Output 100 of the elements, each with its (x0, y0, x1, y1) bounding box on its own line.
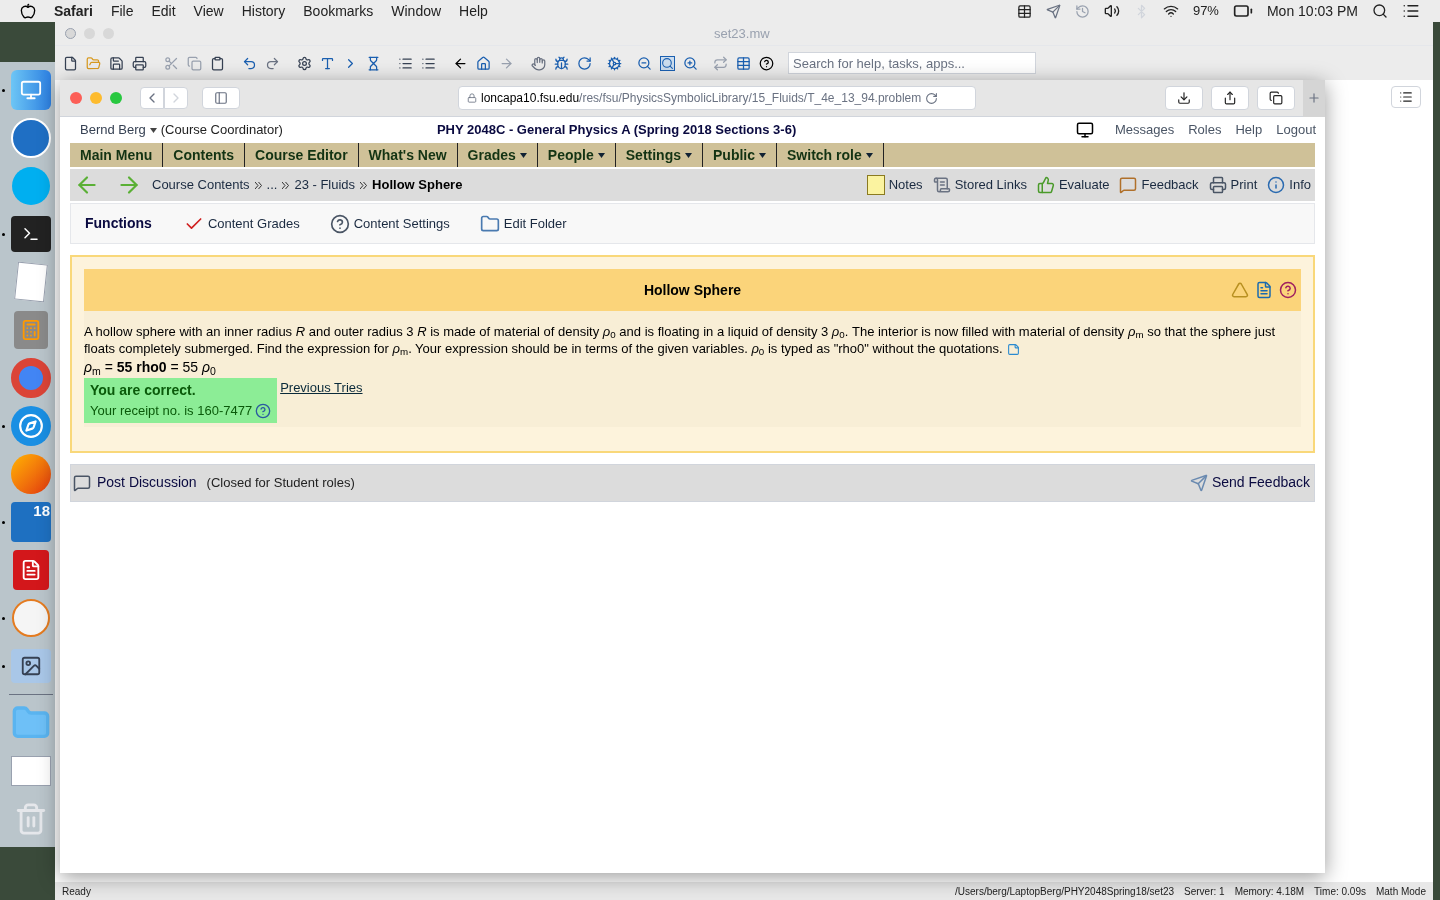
paste-icon[interactable] (209, 55, 225, 71)
main-menu-item[interactable]: Public (703, 143, 777, 167)
acrobat-icon[interactable] (10, 549, 52, 591)
tool-link[interactable]: Evaluate (1036, 175, 1110, 195)
gear-icon[interactable] (296, 55, 312, 71)
menu-item[interactable]: Edit (151, 0, 176, 22)
menu-item[interactable]: View (193, 0, 224, 22)
laptop-icon (1076, 121, 1094, 139)
chat-icon (73, 473, 91, 492)
course-title: PHY 2048C - General Physics A (Spring 2018 Sections 3-6) (436, 121, 797, 140)
indent-icon[interactable] (397, 55, 413, 71)
help-icon[interactable] (758, 55, 774, 71)
help-icon (255, 402, 272, 419)
input-mode: Math Mode (1375, 884, 1426, 899)
terminal-icon[interactable] (10, 213, 52, 255)
table-icon[interactable] (735, 55, 751, 71)
compass-icon[interactable] (10, 405, 52, 447)
home-icon[interactable] (475, 55, 491, 71)
main-menu-item[interactable]: Contents (163, 143, 245, 167)
undo-icon[interactable] (241, 55, 257, 71)
main-menu-item[interactable]: Switch role (777, 143, 884, 167)
folder-icon (479, 213, 500, 234)
reload-icon[interactable] (925, 91, 939, 105)
plus-icon (1307, 91, 1321, 105)
version-label: 18 (33, 503, 50, 518)
menu-item[interactable]: File (110, 0, 134, 22)
breadcrumb-link[interactable]: ... (266, 175, 278, 195)
menu-item[interactable]: History (241, 0, 286, 22)
caret-icon (685, 152, 692, 158)
caret-icon (759, 152, 766, 158)
search-field[interactable]: Search for help, tasks, apps... (788, 52, 1036, 74)
function-link[interactable]: Content Settings (329, 213, 450, 234)
help-icon (1279, 281, 1297, 299)
redo-icon[interactable] (264, 55, 280, 71)
refresh-icon[interactable] (576, 55, 592, 71)
download-button[interactable] (1165, 86, 1203, 110)
print-icon[interactable] (131, 55, 147, 71)
back-icon[interactable] (452, 55, 468, 71)
function-link[interactable]: Edit Folder (479, 213, 567, 234)
text-icon[interactable] (319, 55, 335, 71)
new-file-icon[interactable] (62, 55, 78, 71)
caret-icon (597, 152, 605, 158)
breadcrumb-link[interactable]: 23 - Fluids (294, 175, 356, 195)
grid-icon (1016, 3, 1032, 19)
tabs-button[interactable] (1257, 86, 1295, 110)
address-bar[interactable]: loncapa10.fsu.edu/res/fsu/PhysicsSymbolicLibrary/15_Fluids/T_4e_13_94.problem (458, 86, 976, 110)
main-menu-item[interactable]: Grades (457, 143, 538, 167)
breadcrumb-link[interactable]: Hollow Sphere (372, 175, 463, 195)
outdent-icon[interactable] (420, 55, 436, 71)
problem-title: Hollow Sphere (643, 280, 742, 300)
function-link[interactable]: Content Grades (183, 213, 300, 234)
main-menu-item[interactable]: People (537, 143, 616, 167)
tabs-icon (1269, 91, 1283, 105)
app-menu[interactable]: Safari (54, 0, 93, 22)
bug-icon[interactable] (553, 55, 569, 71)
zoom-in-icon[interactable] (682, 55, 698, 71)
lock-icon (467, 93, 477, 103)
tool-link[interactable]: Stored Links (932, 175, 1027, 195)
menu-item[interactable]: Bookmarks (303, 0, 374, 22)
finder-icon[interactable] (10, 69, 52, 111)
share-button[interactable] (1211, 86, 1249, 110)
server-count: Server: 1 (1184, 884, 1225, 899)
header-link[interactable]: Roles (1188, 120, 1222, 140)
tool-link[interactable]: Notes (866, 175, 923, 195)
role-label: (Course Coordinator) (160, 121, 283, 140)
thumbs-up-icon (1036, 176, 1055, 194)
breadcrumb-link[interactable]: Course Contents (152, 175, 250, 195)
zoom-out-icon[interactable] (636, 55, 652, 71)
previous-tries-link[interactable]: Previous Tries (280, 378, 363, 398)
sidebar-icon (214, 91, 228, 105)
time-usage: Time: 0.09s (1314, 884, 1366, 899)
main-menu-item[interactable]: Settings (615, 143, 703, 167)
functions-heading: Functions (85, 214, 152, 233)
menu-item[interactable]: Help (459, 0, 488, 22)
chevron-icon (282, 181, 290, 189)
main-menu-item[interactable]: What's New (358, 143, 458, 167)
main-menu-item[interactable]: Main Menu (70, 143, 164, 167)
caret-icon (149, 127, 157, 133)
header-link[interactable]: Messages (1115, 120, 1175, 140)
save-icon[interactable] (108, 55, 124, 71)
header-link[interactable]: Logout (1276, 120, 1316, 140)
sidebar-button[interactable] (202, 87, 240, 109)
list-icon (1402, 2, 1420, 20)
header-link[interactable]: Help (1235, 120, 1263, 140)
url-host: loncapa10.fsu.edu (481, 90, 580, 107)
tool-link[interactable]: Info (1267, 175, 1311, 195)
post-discussion-link[interactable]: Post Discussion (97, 472, 197, 493)
settings-icon[interactable] (606, 55, 622, 71)
tool-link[interactable]: Feedback (1119, 175, 1199, 195)
message-icon (1119, 176, 1138, 194)
tool-link[interactable]: Print (1208, 175, 1258, 195)
panel-toggle-button[interactable] (1391, 86, 1421, 108)
user-menu[interactable]: Bernd Berg (80, 120, 146, 140)
main-menu-item[interactable]: Course Editor (245, 143, 359, 167)
menu-item[interactable]: Window (391, 0, 442, 22)
send-feedback-link[interactable]: Send Feedback (1211, 472, 1310, 493)
plane-icon (1045, 3, 1061, 19)
hand-icon[interactable] (530, 55, 546, 71)
zoom-reset-icon[interactable] (659, 55, 675, 71)
maple-icon[interactable]: 18 (10, 501, 52, 543)
